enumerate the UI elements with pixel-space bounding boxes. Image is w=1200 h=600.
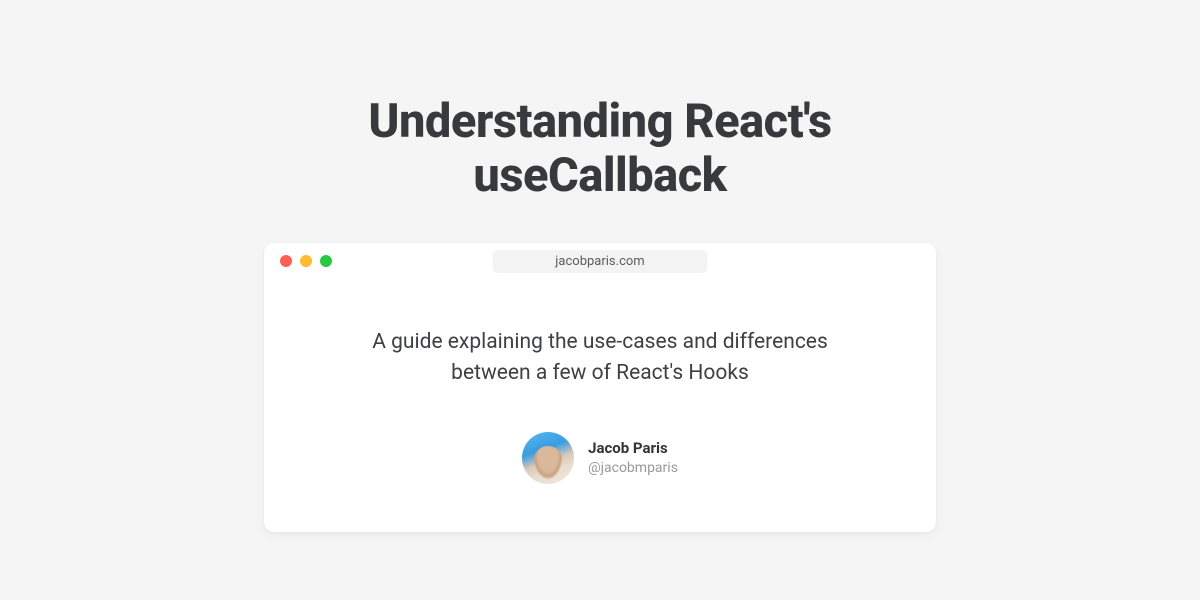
author-handle: @jacobmparis [588, 460, 678, 476]
browser-chrome: jacobparis.com [264, 243, 936, 279]
author-block: Jacob Paris @jacobmparis [324, 432, 876, 484]
maximize-icon[interactable] [320, 255, 332, 267]
browser-window: jacobparis.com A guide explaining the us… [264, 243, 936, 532]
url-bar[interactable]: jacobparis.com [493, 250, 708, 273]
author-text: Jacob Paris @jacobmparis [588, 439, 678, 476]
minimize-icon[interactable] [300, 255, 312, 267]
window-controls [280, 255, 332, 267]
page-title: Understanding React's useCallback [250, 95, 950, 203]
author-name: Jacob Paris [588, 439, 678, 457]
close-icon[interactable] [280, 255, 292, 267]
article-description: A guide explaining the use-cases and dif… [350, 327, 850, 388]
avatar [522, 432, 574, 484]
browser-content: A guide explaining the use-cases and dif… [264, 279, 936, 532]
